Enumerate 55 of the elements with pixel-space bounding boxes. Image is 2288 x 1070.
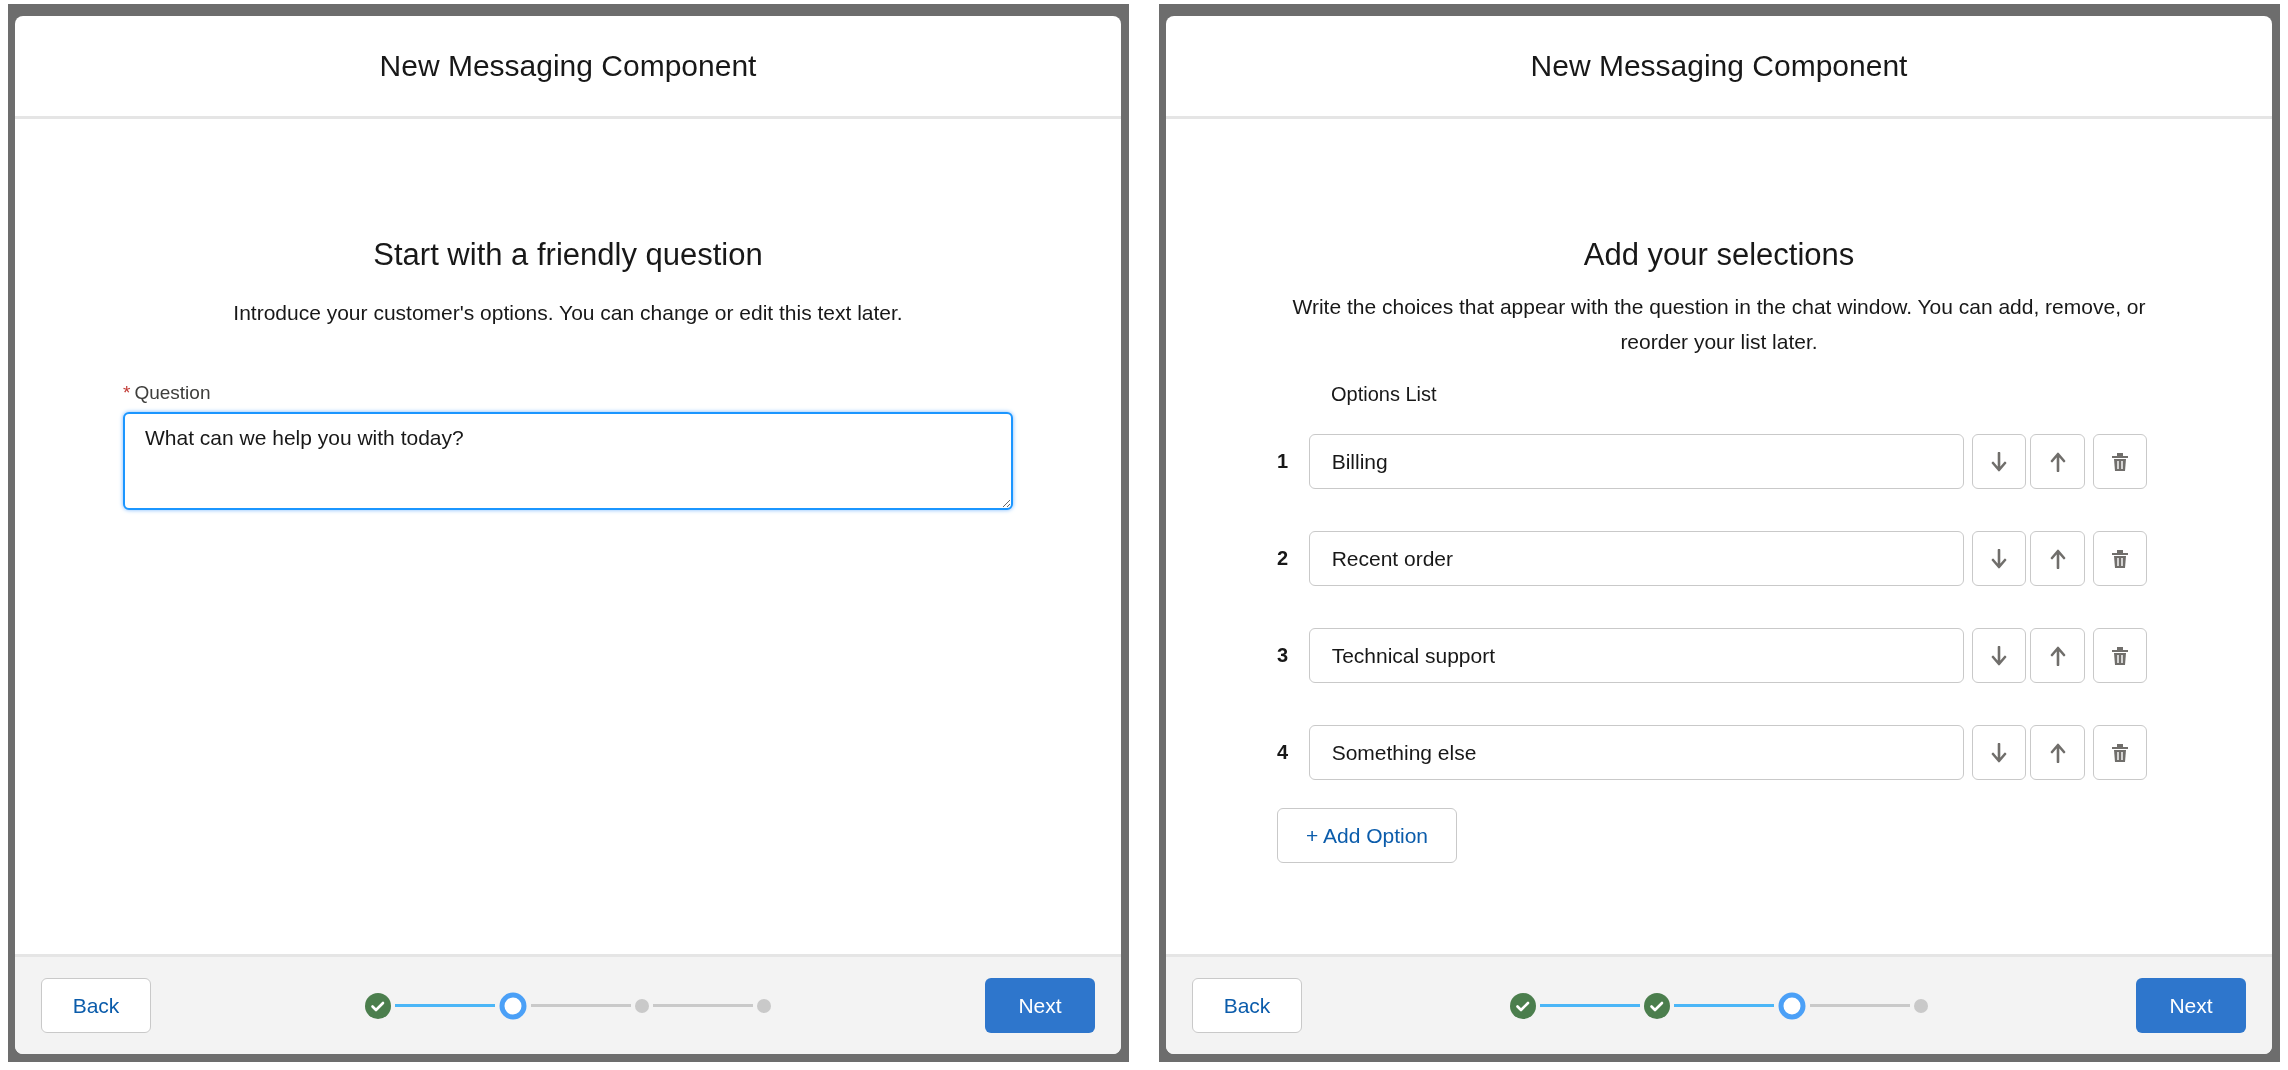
modal-title: New Messaging Component [1530,49,1908,83]
step-description: Introduce your customer's options. You can change or edit this text later. [233,300,903,326]
arrow-up-icon [2048,548,2067,569]
option-field[interactable]: Billing [1308,434,1965,489]
add-option-button[interactable]: + Add Option [1277,808,1457,863]
arrow-up-icon [2048,451,2067,472]
option-field[interactable]: Recent order [1308,531,1965,586]
check-icon [1644,992,1670,1019]
delete-button[interactable] [2092,725,2148,780]
list-label: Options List [1331,383,1438,406]
next-button[interactable]: Next [985,978,1095,1033]
delete-button[interactable] [2092,434,2148,489]
arrow-down-icon [1990,548,2009,569]
step-heading: Start with a friendly question [373,237,763,273]
modal-title: New Messaging Component [379,49,757,83]
step-dot-icon [1914,998,1928,1013]
arrow-up-icon [2048,742,2067,763]
delete-button[interactable] [2092,531,2148,586]
arrow-up-icon [2048,645,2067,666]
option-number: 4 [1277,741,1290,764]
back-button[interactable]: Back [1192,978,1302,1033]
option-number: 2 [1277,547,1290,570]
move-down-button[interactable] [1972,531,2027,586]
option-field[interactable]: Technical support [1308,628,1965,683]
current-step-icon [1778,991,1806,1020]
step-dot-icon [757,998,771,1013]
trash-icon [2110,451,2129,472]
move-down-button[interactable] [1972,725,2027,780]
current-step-icon [499,991,527,1020]
move-down-button[interactable] [1972,434,2027,489]
option-field[interactable]: Something else [1308,725,1965,780]
step-heading: Add your selections [1583,237,1855,273]
back-button[interactable]: Back [41,978,151,1033]
next-button[interactable]: Next [2136,978,2246,1033]
delete-button[interactable] [2092,628,2148,683]
step-description: Write the choices that appear with the question in the chat window. You can add, remove, or reorder your list later. [1291,294,2147,355]
arrow-down-icon [1990,742,2009,763]
trash-icon [2110,742,2129,763]
move-down-button[interactable] [1972,628,2027,683]
option-number: 1 [1277,450,1290,473]
arrow-down-icon [1990,645,2009,666]
arrow-down-icon [1990,451,2009,472]
step-dot-icon [635,998,649,1013]
question-field[interactable]: What can we help you with today? [123,412,1013,510]
field-label: Question [134,382,211,403]
move-up-button[interactable] [2030,434,2085,489]
move-up-button[interactable] [2030,725,2085,780]
move-up-button[interactable] [2030,628,2085,683]
trash-icon [2110,645,2129,666]
check-icon [1510,992,1536,1019]
trash-icon [2110,548,2129,569]
required-asterisk: * [123,382,131,403]
check-icon [365,992,391,1019]
move-up-button[interactable] [2030,531,2085,586]
option-number: 3 [1277,644,1290,667]
